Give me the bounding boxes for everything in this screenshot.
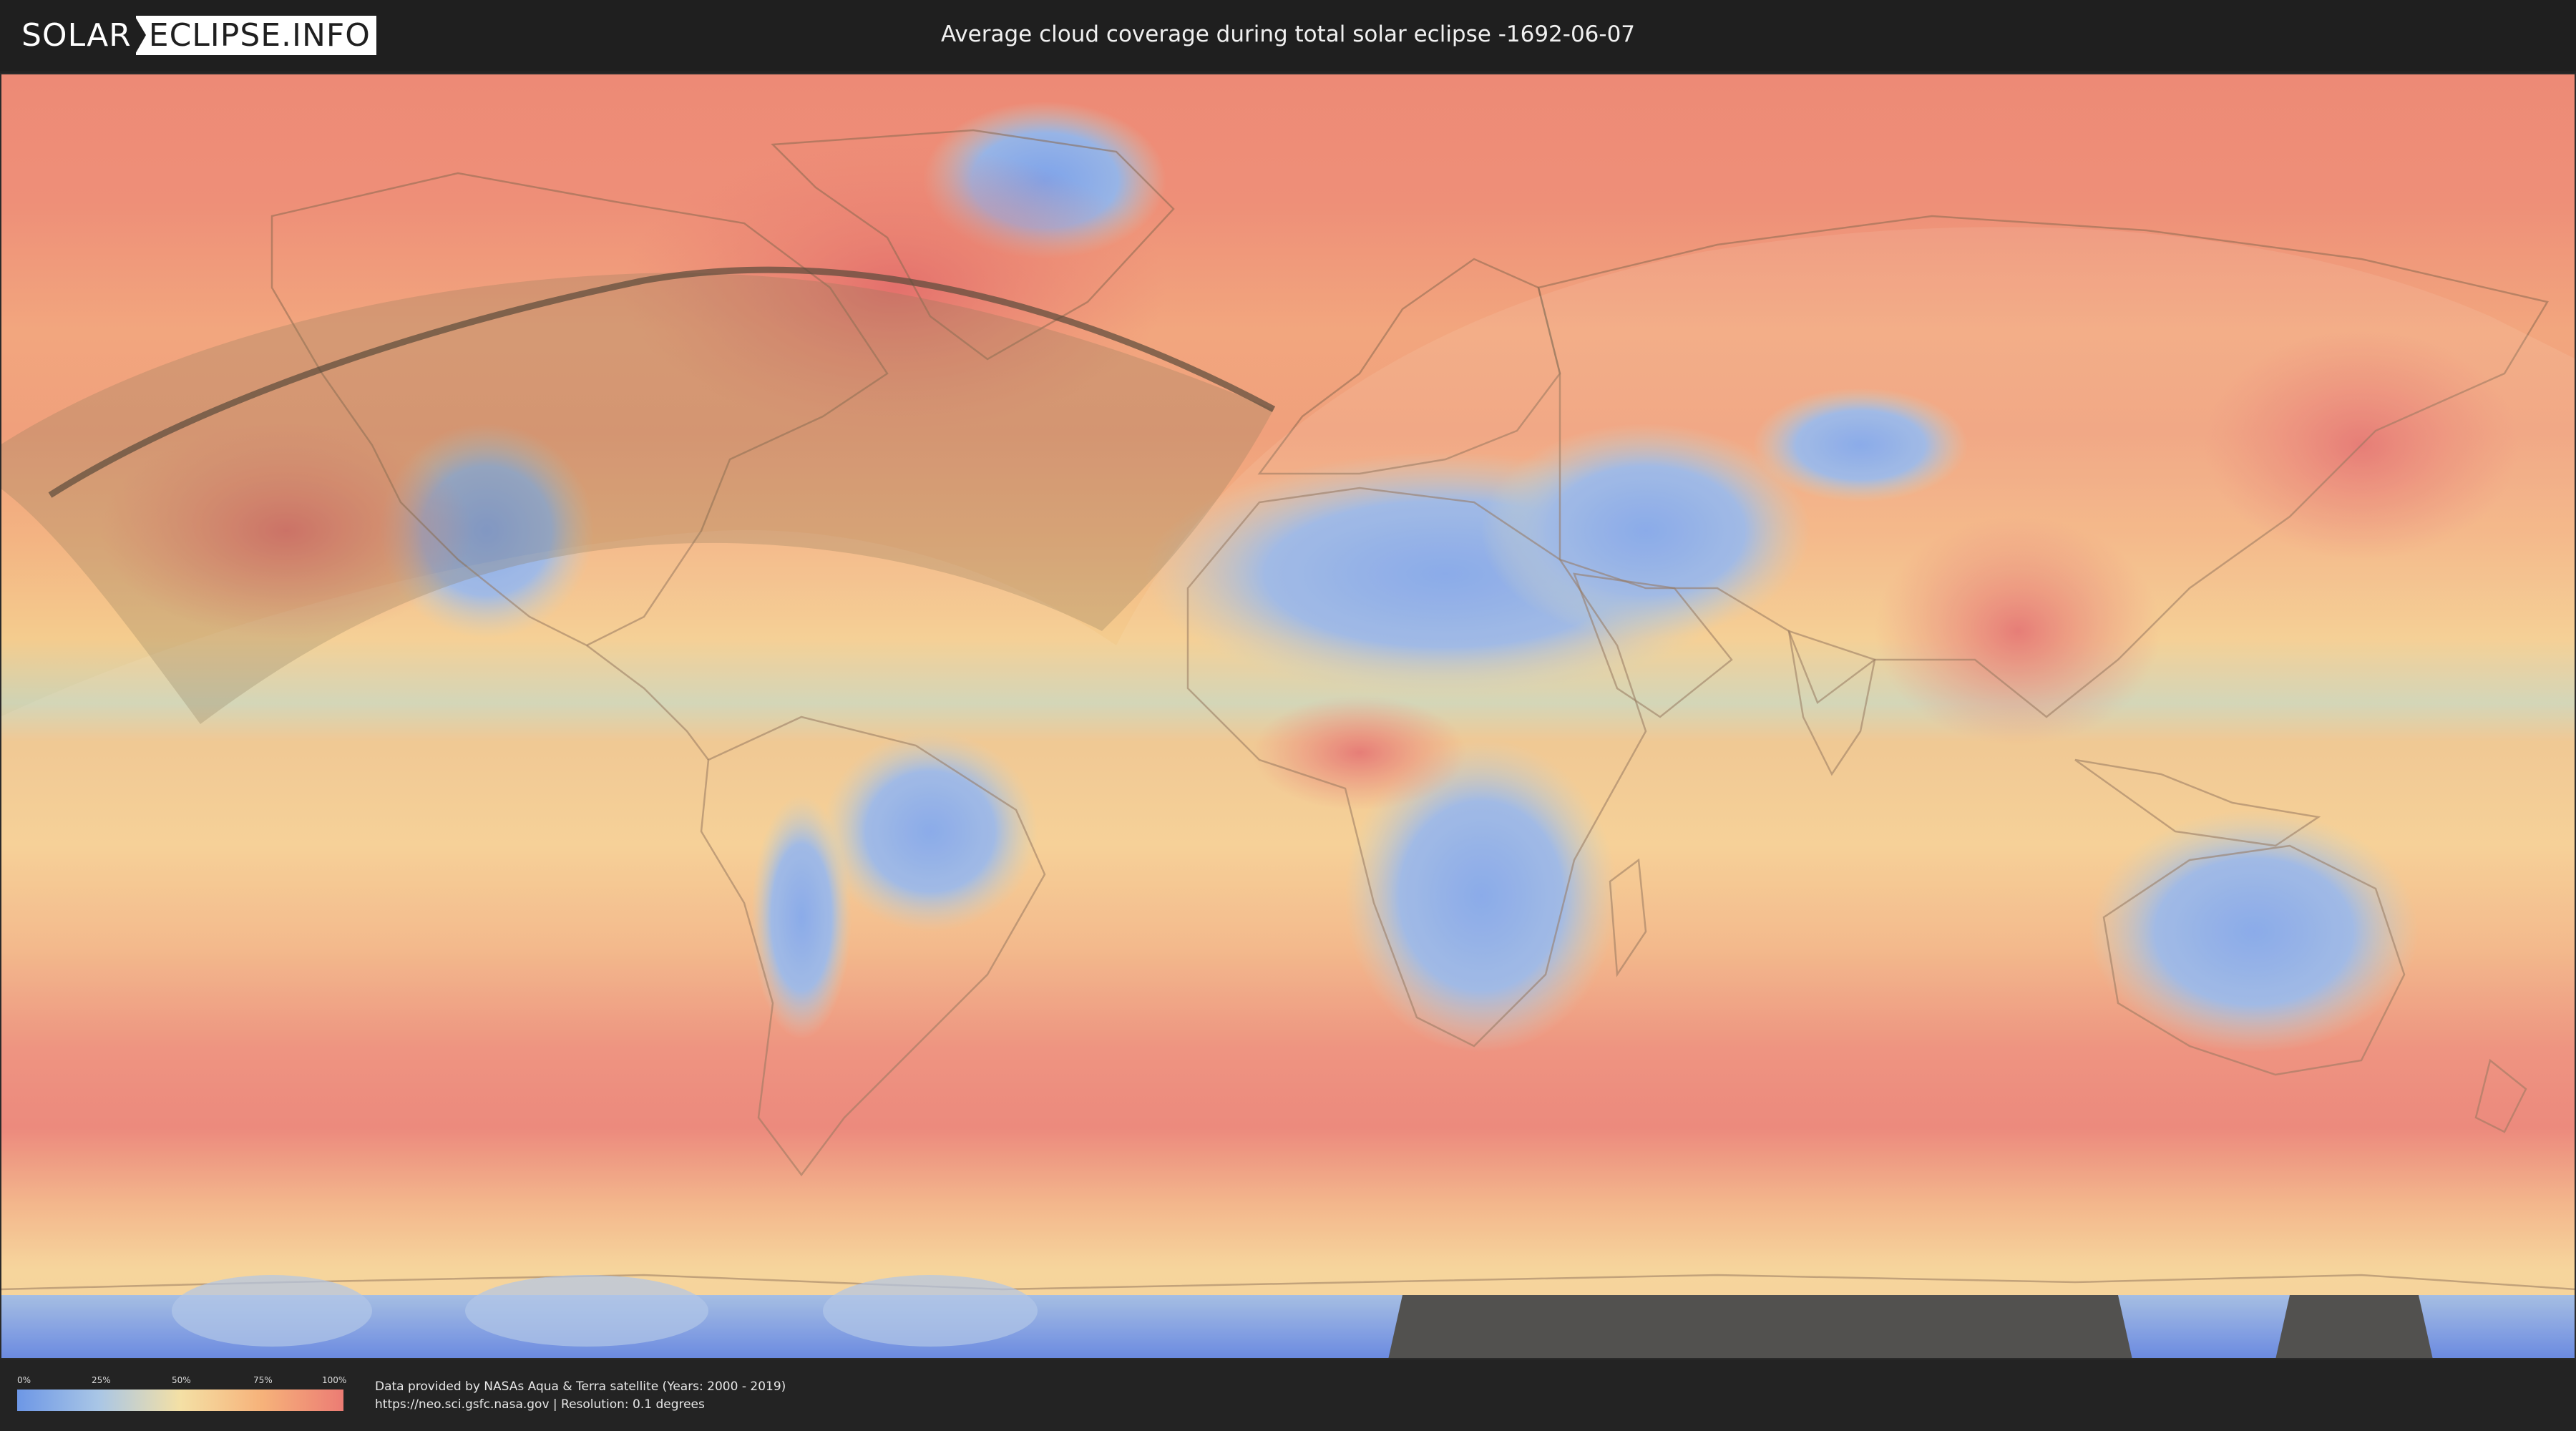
header-bar: SOLAR ECLIPSE.INFO Average cloud coverag… <box>0 0 2576 71</box>
legend-tick-0: 0% <box>17 1375 31 1385</box>
legend-tick-75: 75% <box>253 1375 273 1385</box>
cloud-coverage-map[interactable] <box>0 73 2576 1359</box>
legend-tick-100: 100% <box>322 1375 347 1385</box>
world-map-svg <box>0 73 2576 1359</box>
credits-line-source: Data provided by NASAs Aqua & Terra sate… <box>375 1379 786 1394</box>
credits-line-url[interactable]: https://neo.sci.gsfc.nasa.gov | Resoluti… <box>375 1396 786 1414</box>
legend-tick-25: 25% <box>92 1375 111 1385</box>
legend-ticks: 0% 25% 50% 75% 100% <box>17 1374 347 1387</box>
page-title: Average cloud coverage during total sola… <box>940 21 1636 47</box>
data-credits: Data provided by NASAs Aqua & Terra sate… <box>375 1378 786 1414</box>
legend-tick-50: 50% <box>172 1375 191 1385</box>
legend-color-bar <box>17 1390 343 1411</box>
cloud-coverage-legend: 0% 25% 50% 75% 100% <box>17 1374 347 1414</box>
